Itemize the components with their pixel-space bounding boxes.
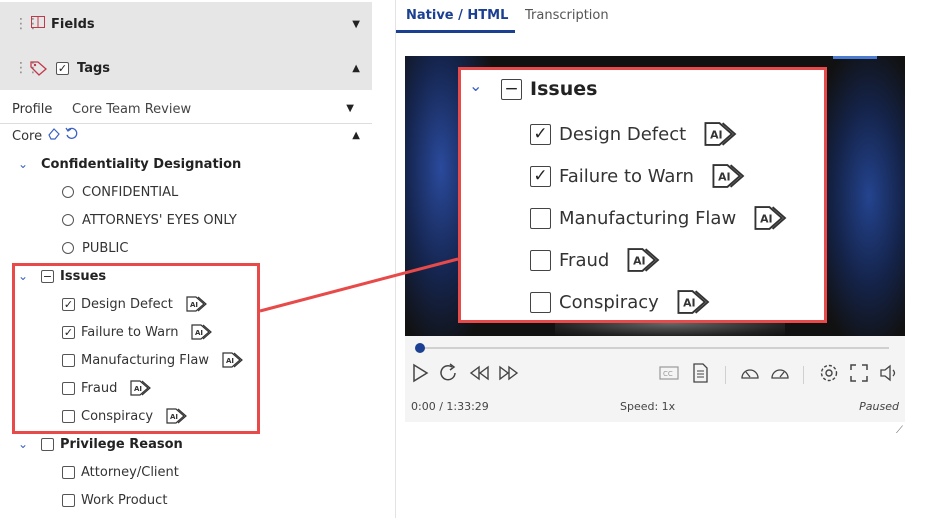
partial-checkbox-icon: −	[501, 78, 522, 100]
checkbox-icon	[530, 207, 551, 229]
checked-checkbox-icon: ✓	[530, 165, 551, 187]
zoom-tag-label: Conspiracy	[559, 291, 659, 313]
checkbox-icon	[530, 249, 551, 271]
panel-divider[interactable]	[395, 0, 396, 518]
svg-text:AI: AI	[760, 213, 772, 226]
playback-status: Paused	[859, 400, 899, 413]
tag-panel: ⋮⋮ Fields ▼ ⋮⋮ ✓ Tags ▲ Profile Core Tea…	[0, 0, 372, 518]
checked-checkbox-icon: ✓	[530, 123, 551, 145]
chevron-down-icon: ⌄	[469, 76, 483, 95]
radio-option[interactable]: CONFIDENTIAL	[62, 180, 178, 204]
replay-icon[interactable]	[438, 362, 460, 384]
zoom-group-title: Issues	[530, 78, 598, 100]
collapse-caret-icon[interactable]: ▲	[352, 130, 360, 141]
tag-label: Attorney/Client	[81, 464, 179, 480]
zoom-issues-group: ⌄ − Issues	[469, 76, 598, 100]
radio-option[interactable]: ATTORNEYS' EYES ONLY	[62, 208, 237, 232]
checkbox-icon[interactable]	[62, 465, 75, 479]
collapse-caret-icon[interactable]: ▼	[352, 19, 360, 30]
svg-text:AI: AI	[633, 255, 645, 268]
zoom-tag-item: ✓ Failure to Warn AI	[530, 162, 748, 190]
chevron-down-icon[interactable]: ⌄	[18, 157, 28, 171]
group-title: Confidentiality Designation	[41, 156, 242, 172]
closed-captions-icon[interactable]: CC	[658, 362, 680, 384]
ai-tag-icon: AI	[710, 162, 748, 190]
option-label: PUBLIC	[82, 240, 129, 256]
eraser-icon[interactable]	[47, 128, 65, 144]
option-label: CONFIDENTIAL	[82, 184, 179, 200]
player-controls: CC 0:00 / 1:33:29 Speed: 1x Paused	[405, 336, 905, 422]
svg-text:AI: AI	[683, 297, 695, 310]
fields-header[interactable]: ⋮⋮ Fields ▼	[0, 2, 372, 46]
core-section-header: Core ▲	[0, 124, 372, 148]
tab-native-html[interactable]: Native / HTML	[406, 8, 508, 23]
zoom-tag-label: Design Defect	[559, 123, 687, 145]
tag-label: Work Product	[81, 492, 168, 508]
svg-text:AI: AI	[710, 129, 722, 142]
ai-tag-icon: AI	[675, 288, 713, 316]
radio-option[interactable]: PUBLIC	[62, 236, 128, 260]
zoom-callout: ⌄ − Issues ✓ Design Defect AI ✓ Failure …	[458, 67, 827, 323]
radio-icon[interactable]	[62, 186, 74, 198]
play-icon[interactable]	[409, 362, 431, 384]
confidentiality-group[interactable]: ⌄ Confidentiality Designation	[0, 152, 241, 176]
zoom-tag-item: ✓ Design Defect AI	[530, 120, 740, 148]
svg-text:CC: CC	[663, 370, 673, 378]
svg-text:AI: AI	[718, 171, 730, 184]
checkbox-icon[interactable]	[41, 437, 54, 451]
fields-title: Fields	[51, 16, 95, 32]
profile-label: Profile	[12, 102, 53, 117]
zoom-tag-item: Conspiracy AI	[530, 288, 713, 316]
fast-forward-icon[interactable]	[498, 362, 520, 384]
tags-header[interactable]: ⋮⋮ ✓ Tags ▲	[0, 46, 372, 90]
dropdown-caret-icon[interactable]: ▼	[346, 103, 354, 114]
privilege-group[interactable]: ⌄ Privilege Reason	[0, 432, 183, 456]
ai-tag-icon: AI	[752, 204, 790, 232]
seek-handle[interactable]	[415, 343, 425, 353]
tags-title: Tags	[77, 60, 111, 76]
zoom-tag-label: Manufacturing Flaw	[559, 207, 737, 229]
issues-highlight-box	[12, 263, 260, 434]
zoom-tag-label: Fraud	[559, 249, 610, 271]
resize-handle-icon[interactable]: ⟋	[896, 425, 903, 436]
volume-icon[interactable]	[878, 362, 900, 384]
tag-item[interactable]: Attorney/Client	[62, 460, 179, 484]
core-label: Core	[12, 129, 43, 144]
radio-icon[interactable]	[62, 214, 74, 226]
speed-readout: Speed: 1x	[620, 400, 676, 413]
fields-icon	[31, 16, 45, 32]
media-player: ⌄ − Issues ✓ Design Defect AI ✓ Failure …	[405, 56, 905, 436]
fullscreen-icon[interactable]	[848, 362, 870, 384]
ai-tag-icon: AI	[625, 246, 663, 274]
active-tab-indicator	[396, 30, 515, 33]
zoom-tag-item: Fraud AI	[530, 246, 663, 274]
speed-up-icon[interactable]	[769, 362, 791, 384]
transcript-icon[interactable]	[689, 362, 711, 384]
speed-down-icon[interactable]	[739, 362, 761, 384]
time-readout: 0:00 / 1:33:29	[411, 400, 489, 413]
zoom-tag-label: Failure to Warn	[559, 165, 694, 187]
tag-icon	[30, 60, 48, 80]
ai-tag-icon: AI	[702, 120, 740, 148]
profile-selector[interactable]: Profile Core Team Review ▼	[0, 96, 372, 124]
expand-caret-icon[interactable]: ▲	[352, 63, 360, 74]
undo-icon[interactable]	[65, 127, 79, 144]
group-title: Privilege Reason	[60, 436, 183, 452]
zoom-tag-item: Manufacturing Flaw AI	[530, 204, 790, 232]
checkbox-icon	[530, 291, 551, 313]
seek-bar[interactable]	[417, 347, 889, 349]
radio-icon[interactable]	[62, 242, 74, 254]
rewind-icon[interactable]	[468, 362, 490, 384]
video-frame[interactable]: ⌄ − Issues ✓ Design Defect AI ✓ Failure …	[405, 56, 905, 336]
option-label: ATTORNEYS' EYES ONLY	[82, 212, 237, 228]
chevron-down-icon[interactable]: ⌄	[18, 437, 28, 451]
checkbox-icon: ✓	[56, 62, 69, 75]
checkbox-icon[interactable]	[62, 493, 75, 507]
tab-transcription[interactable]: Transcription	[525, 8, 609, 23]
tag-item[interactable]: Work Product	[62, 488, 167, 512]
settings-gear-icon[interactable]	[818, 362, 840, 384]
profile-value[interactable]: Core Team Review	[72, 102, 191, 117]
